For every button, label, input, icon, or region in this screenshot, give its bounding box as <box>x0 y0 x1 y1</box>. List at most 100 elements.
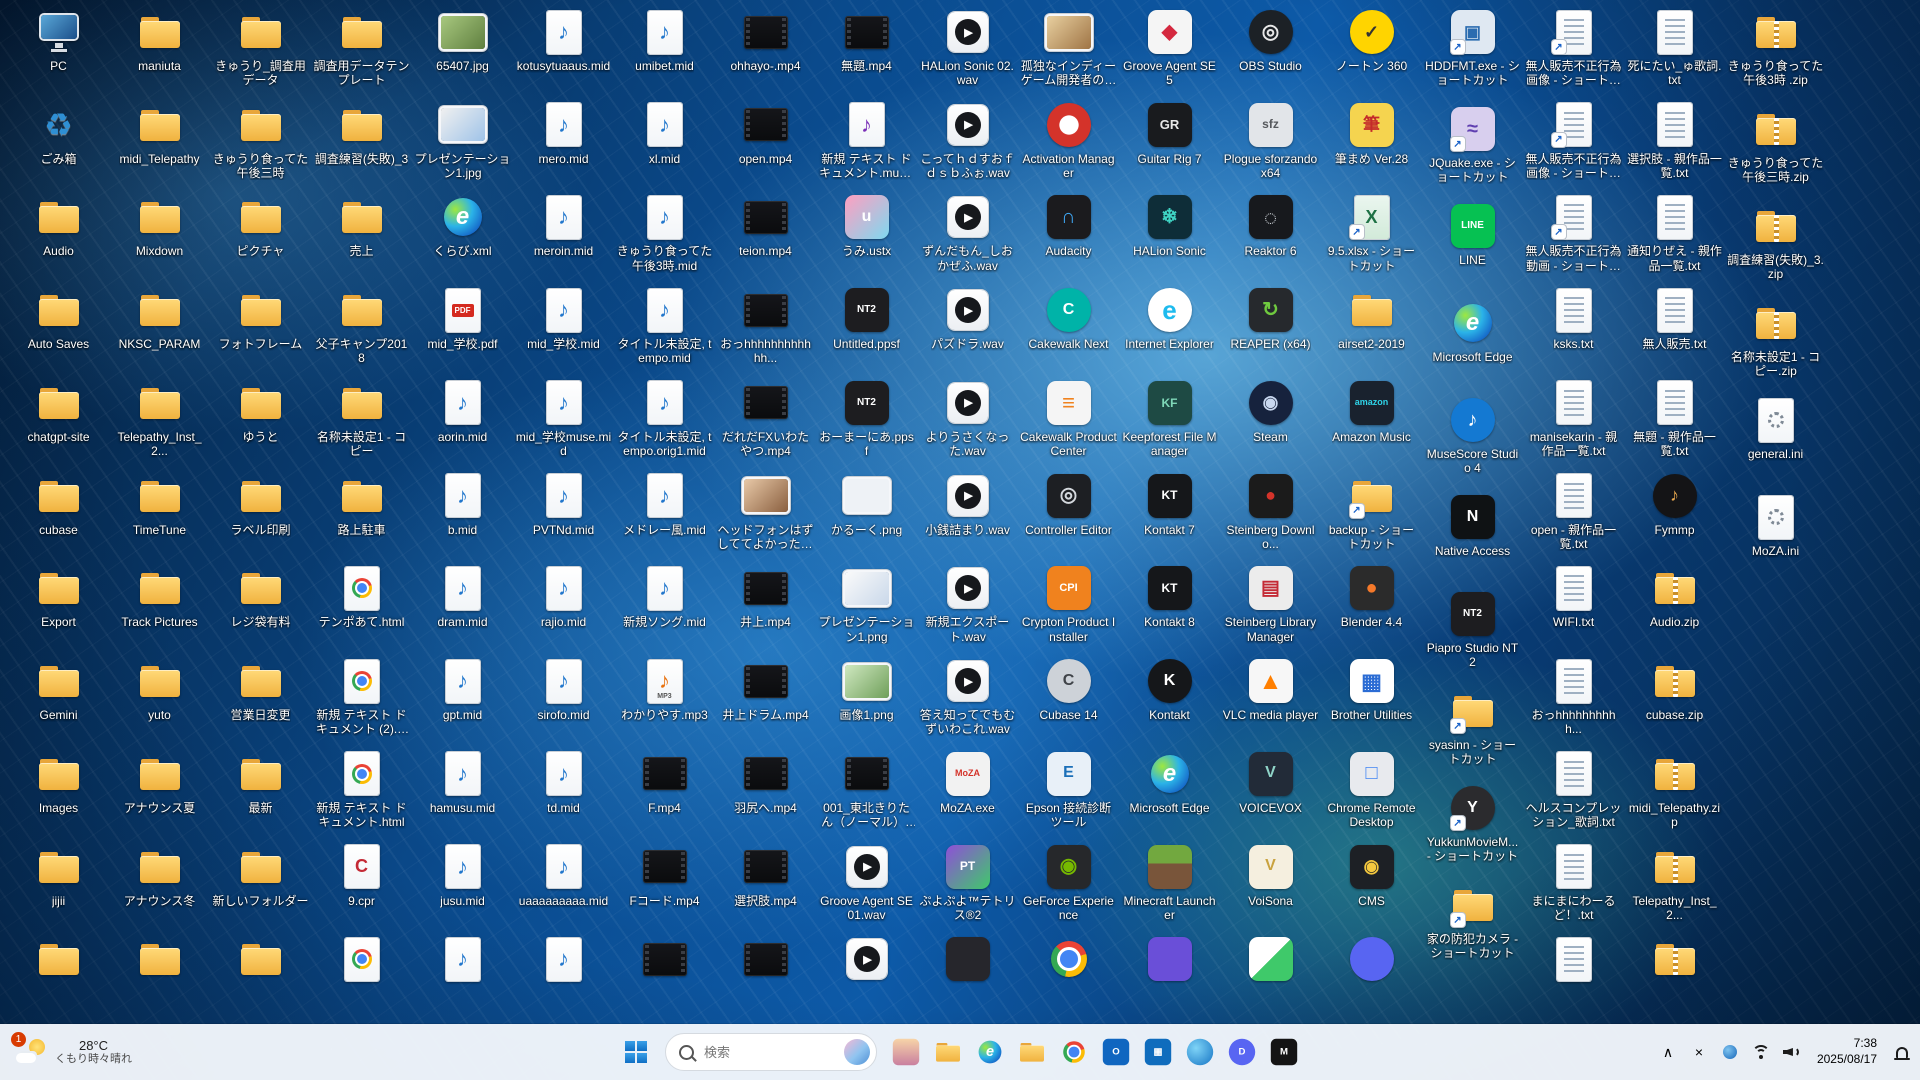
desktop-icon[interactable]: 死にたい_ゅ歌詞.txt <box>1624 4 1725 97</box>
desktop-icon[interactable]: ♪ <box>412 931 513 1024</box>
desktop-icon[interactable]: ↗家の防犯カメラ - ショートカット <box>1422 877 1523 974</box>
desktop-icon[interactable]: アナウンス夏 <box>109 746 210 839</box>
desktop-icon[interactable]: GRGuitar Rig 7 <box>1119 97 1220 190</box>
desktop-icon[interactable]: CPICrypton Product Installer <box>1018 560 1119 653</box>
desktop-icon[interactable]: ▶答え知ってでもむずいわこれ.wav <box>917 653 1018 746</box>
desktop-icon[interactable] <box>917 931 1018 1024</box>
desktop-icon[interactable]: 新しいフォルダー <box>210 839 311 932</box>
desktop-icon[interactable]: ♪hamusu.mid <box>412 746 513 839</box>
desktop-icon[interactable]: ◉GeForce Experience <box>1018 839 1119 932</box>
desktop-icon[interactable]: ohhayo-.mp4 <box>715 4 816 97</box>
desktop-icon[interactable]: フォトフレーム <box>210 282 311 375</box>
outlook-icon[interactable]: O <box>1095 1029 1137 1075</box>
desktop-icon[interactable]: eくらび.xml <box>412 189 513 282</box>
desktop-icon[interactable]: ▶Groove Agent SE 01.wav <box>816 839 917 932</box>
desktop-icon[interactable]: ♪きゅうり食ってた午後3時.mid <box>614 189 715 282</box>
wifi-icon[interactable] <box>1751 1037 1771 1067</box>
desktop-icon[interactable]: midi_Telepathy <box>109 97 210 190</box>
desktop-icon[interactable]: cubase <box>8 468 109 561</box>
desktop-icon[interactable]: きゅうり食ってた午後3時 .zip <box>1725 4 1826 101</box>
desktop-icon[interactable]: PC <box>8 4 109 97</box>
desktop-icon[interactable]: ◉CMS <box>1321 839 1422 932</box>
desktop-icon[interactable]: NT2おーまーにあ.ppsf <box>816 375 917 468</box>
desktop-icon[interactable]: ●Steinberg Downlo... <box>1220 468 1321 561</box>
desktop-icon[interactable]: WIFI.txt <box>1523 560 1624 653</box>
desktop-icon[interactable]: ❄HALion Sonic <box>1119 189 1220 282</box>
desktop-icon[interactable]: Audio <box>8 189 109 282</box>
desktop-icon[interactable]: おっhhhhhhhhhh... <box>1523 653 1624 746</box>
desktop-icon[interactable]: VVOICEVOX <box>1220 746 1321 839</box>
desktop-icon[interactable]: Mixdown <box>109 189 210 282</box>
desktop-icon[interactable]: 羽尻へ.mp4 <box>715 746 816 839</box>
desktop-icon[interactable]: きゅうり_調査用データ <box>210 4 311 97</box>
desktop-icon[interactable]: まにまにわーるど！.txt <box>1523 839 1624 932</box>
desktop-icon[interactable]: EEpson 接続診断ツール <box>1018 746 1119 839</box>
notification-bell-icon[interactable] <box>1892 1037 1912 1067</box>
desktop-icon[interactable]: Export <box>8 560 109 653</box>
desktop-icon[interactable]: ♪タイトル未設定, tempo.mid <box>614 282 715 375</box>
desktop-icon[interactable]: ●Blender 4.4 <box>1321 560 1422 653</box>
desktop-icon[interactable]: ゆうと <box>210 375 311 468</box>
desktop-icon[interactable]: Minecraft Launcher <box>1119 839 1220 932</box>
desktop-icon[interactable]: ▦Brother Utilities <box>1321 653 1422 746</box>
desktop-icon[interactable]: ヘッドフォンはずしててよかった.mp4 <box>715 468 816 561</box>
desktop-icon[interactable]: KTKontakt 8 <box>1119 560 1220 653</box>
desktop-icon[interactable]: 営業日変更 <box>210 653 311 746</box>
desktop-icon[interactable] <box>1624 931 1725 1024</box>
desktop-icon[interactable]: ♪td.mid <box>513 746 614 839</box>
desktop-icon[interactable]: ≈↗JQuake.exe - ショートカット <box>1422 101 1523 198</box>
desktop-icon[interactable]: Track Pictures <box>109 560 210 653</box>
desktop-icon[interactable]: ◉Steam <box>1220 375 1321 468</box>
desktop-icon[interactable]: PDFmid_学校.pdf <box>412 282 513 375</box>
hidden-icons-chevron[interactable]: ∧ <box>1658 1037 1678 1067</box>
desktop-icon[interactable]: MoZA.ini <box>1725 489 1826 586</box>
desktop-icon[interactable]: midi_Telepathy.zip <box>1624 746 1725 839</box>
desktop-icon[interactable]: CCakewalk Next <box>1018 282 1119 375</box>
desktop-icon[interactable]: 孤独なインディーゲーム開発者の一生... <box>1018 4 1119 97</box>
desktop-icon[interactable]: ♪MuseScore Studio 4 <box>1422 392 1523 489</box>
blue-app-icon[interactable] <box>1179 1029 1221 1075</box>
desktop-icon[interactable]: かるーく.png <box>816 468 917 561</box>
desktop-icon[interactable]: ↻REAPER (x64) <box>1220 282 1321 375</box>
desktop-icon[interactable]: open - 親作品一覧.txt <box>1523 468 1624 561</box>
desktop-icon[interactable]: eInternet Explorer <box>1119 282 1220 375</box>
desktop-icon[interactable]: ラベル印刷 <box>210 468 311 561</box>
desktop-icon[interactable]: ▶小銭詰まり.wav <box>917 468 1018 561</box>
character-app-icon[interactable] <box>885 1029 927 1075</box>
desktop-icon[interactable]: 新規 テキスト ドキュメント.html <box>311 746 412 839</box>
desktop-icon[interactable] <box>715 931 816 1024</box>
desktop-icon[interactable] <box>210 931 311 1024</box>
desktop-icon[interactable]: ↗無人販売不正行為 画像 - ショートカッ... <box>1523 4 1624 97</box>
desktop-icon[interactable]: ♪uaaaaaaaaa.mid <box>513 839 614 932</box>
desktop-icon[interactable]: chatgpt-site <box>8 375 109 468</box>
desktop-icon[interactable]: 井上.mp4 <box>715 560 816 653</box>
desktop-icon[interactable]: Y↗YukkunMovieM... - ショートカット <box>1422 780 1523 877</box>
desktop-icon[interactable]: 売上 <box>311 189 412 282</box>
clock[interactable]: 7:38 2025/08/17 <box>1813 1034 1881 1069</box>
desktop-icon[interactable]: ▶パズドラ.wav <box>917 282 1018 375</box>
desktop-icon[interactable] <box>8 931 109 1024</box>
desktop-icon[interactable]: general.ini <box>1725 392 1826 489</box>
desktop-icon[interactable]: ↗backup - ショートカット <box>1321 468 1422 561</box>
desktop-icon[interactable]: maniuta <box>109 4 210 97</box>
desktop-icon[interactable] <box>1523 931 1624 1024</box>
desktop-icon[interactable]: ♪meroin.mid <box>513 189 614 282</box>
desktop-icon[interactable]: 路上駐車 <box>311 468 412 561</box>
desktop-icon[interactable]: きゅうり食ってた午後三時.zip <box>1725 101 1826 198</box>
start-button[interactable] <box>615 1031 657 1073</box>
desktop-icon[interactable]: MoZAMoZA.exe <box>917 746 1018 839</box>
desktop-icon[interactable]: Images <box>8 746 109 839</box>
desktop-icon[interactable]: VVoiSona <box>1220 839 1321 932</box>
desktop-icon[interactable]: レジ袋有料 <box>210 560 311 653</box>
desktop-icon[interactable]: 井上ドラム.mp4 <box>715 653 816 746</box>
desktop-icon[interactable]: ◌Reaktor 6 <box>1220 189 1321 282</box>
desktop-icon[interactable]: Activation Manager <box>1018 97 1119 190</box>
desktop-icon[interactable]: 画像1.png <box>816 653 917 746</box>
desktop-icon[interactable]: ♪タイトル未設定, tempo.orig1.mid <box>614 375 715 468</box>
desktop-icon[interactable]: ♪rajio.mid <box>513 560 614 653</box>
desktop-icon[interactable]: ▲VLC media player <box>1220 653 1321 746</box>
edge-icon[interactable]: e <box>969 1029 1011 1075</box>
desktop-icon[interactable]: 最新 <box>210 746 311 839</box>
desktop-icon[interactable] <box>109 931 210 1024</box>
desktop-icon[interactable]: ♪mid_学校muse.mid <box>513 375 614 468</box>
